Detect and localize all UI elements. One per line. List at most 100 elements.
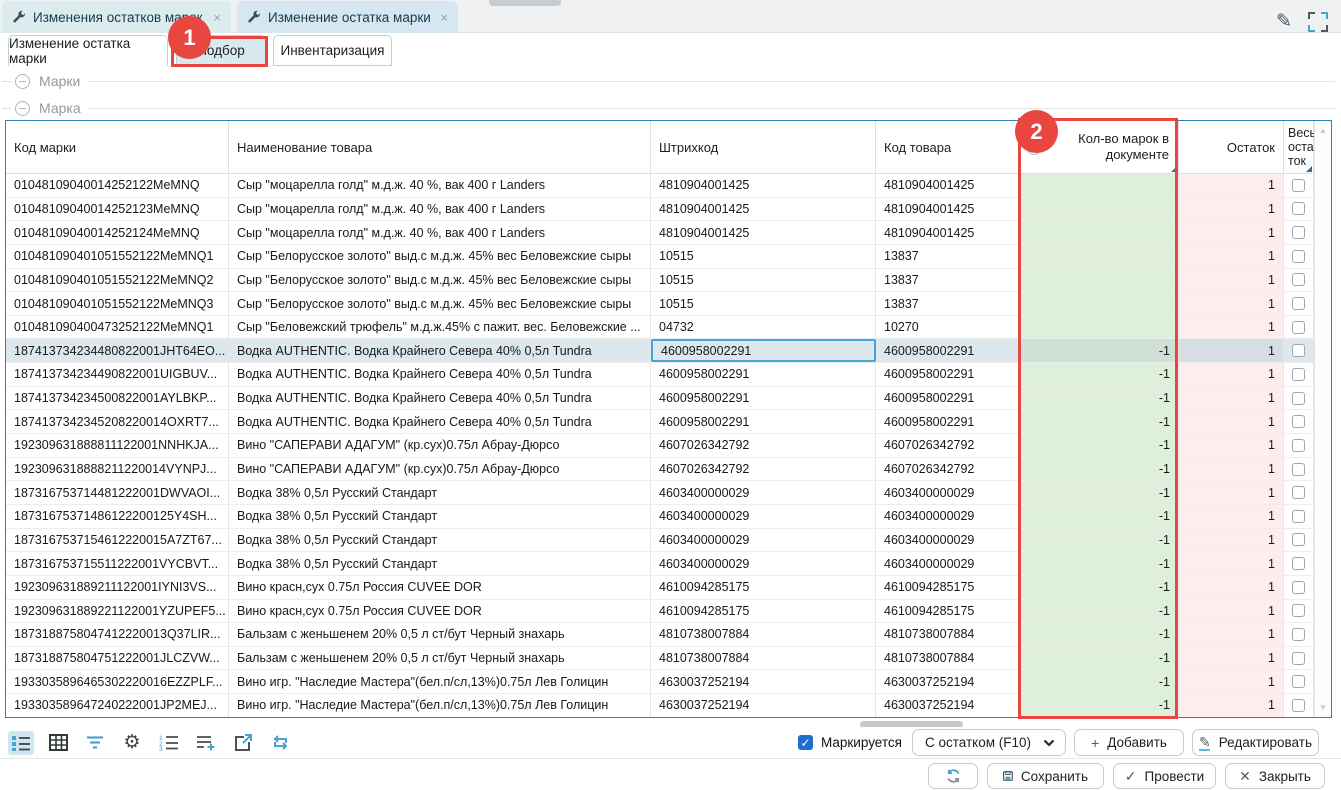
cell-remainder[interactable]: 1 xyxy=(1179,670,1284,693)
cell-product-name[interactable]: Сыр "Белорусское золото" выд.с м.д.ж. 45… xyxy=(229,269,651,292)
cell-barcode[interactable]: 04732 xyxy=(651,316,876,339)
cell-barcode[interactable]: 4630037252194 xyxy=(651,670,876,693)
cell-barcode[interactable]: 4810738007884 xyxy=(651,647,876,670)
row-checkbox[interactable] xyxy=(1292,392,1305,405)
cell-mark-code[interactable]: 01048109040014252122MeMNQ xyxy=(6,174,229,197)
cell-product-code[interactable]: 4600958002291 xyxy=(876,339,1021,362)
post-button[interactable]: ✓ Провести xyxy=(1113,763,1216,789)
cell-barcode[interactable]: 4610094285175 xyxy=(651,576,876,599)
row-checkbox[interactable] xyxy=(1292,415,1305,428)
cell-barcode[interactable]: 4603400000029 xyxy=(651,552,876,575)
cell-mark-code[interactable]: 192309631889221122001YZUPEF5... xyxy=(6,600,229,623)
cell-product-name[interactable]: Сыр "моцарелла голд" м.д.ж. 40 %, вак 40… xyxy=(229,198,651,221)
cell-product-name[interactable]: Водка AUTHENTIC. Водка Крайнего Севера 4… xyxy=(229,339,651,362)
cell-product-code[interactable]: 13837 xyxy=(876,245,1021,268)
cell-barcode[interactable]: 4600958002291 xyxy=(651,363,876,386)
cell-mark-code[interactable]: 1873188758047412220013Q37LIR... xyxy=(6,623,229,646)
cell-mark-code[interactable]: 192309631888811122001NNHKJA... xyxy=(6,434,229,457)
cell-product-name[interactable]: Сыр "Белорусское золото" выд.с м.д.ж. 45… xyxy=(229,292,651,315)
cell-product-code[interactable]: 4600958002291 xyxy=(876,363,1021,386)
cell-product-name[interactable]: Бальзам с женьшенем 20% 0,5 л ст/бут Чер… xyxy=(229,647,651,670)
col-header-whole-remainder[interactable]: Весь оста-ток xyxy=(1284,121,1314,173)
cell-product-code[interactable]: 4810738007884 xyxy=(876,647,1021,670)
cell-mark-code[interactable]: 1873167537154612220015A7ZT67... xyxy=(6,529,229,552)
cell-barcode[interactable]: 4607026342792 xyxy=(651,458,876,481)
cell-product-name[interactable]: Водка 38% 0,5л Русский Стандарт xyxy=(229,505,651,528)
row-checkbox[interactable] xyxy=(1292,652,1305,665)
cell-product-code[interactable]: 4810904001425 xyxy=(876,198,1021,221)
cell-remainder[interactable]: 1 xyxy=(1179,600,1284,623)
cell-barcode[interactable]: 10515 xyxy=(651,245,876,268)
row-checkbox[interactable] xyxy=(1292,297,1305,310)
collapse-icon[interactable] xyxy=(15,101,30,116)
scroll-down-icon[interactable]: ▼ xyxy=(1315,703,1331,712)
cell-mark-code[interactable]: 01048109040014252124MeMNQ xyxy=(6,221,229,244)
cell-mark-code[interactable]: 010481090401051552122MeMNQ1 xyxy=(6,245,229,268)
close-button[interactable]: ✕ Закрыть xyxy=(1225,763,1325,789)
cell-remainder[interactable]: 1 xyxy=(1179,339,1284,362)
cell-remainder[interactable]: 1 xyxy=(1179,576,1284,599)
collapse-icon[interactable] xyxy=(15,74,30,89)
cell-mark-code[interactable]: 1923096318888211220014VYNPJ... xyxy=(6,458,229,481)
col-header-mark-code[interactable]: Код марки xyxy=(6,121,229,173)
row-checkbox[interactable] xyxy=(1292,179,1305,192)
cell-mark-code[interactable]: 1933035896465302220016EZZPLF... xyxy=(6,670,229,693)
cell-barcode[interactable]: 4600958002291 xyxy=(651,410,876,433)
cell-product-name[interactable]: Вино игр. "Наследие Мастера"(бел.п/сл,13… xyxy=(229,670,651,693)
cell-mark-code[interactable]: 01048109040014252123MeMNQ xyxy=(6,198,229,221)
list-view-icon[interactable] xyxy=(8,731,34,755)
cell-product-code[interactable]: 4603400000029 xyxy=(876,505,1021,528)
cell-mark-code[interactable]: 010481090401051552122MeMNQ2 xyxy=(6,269,229,292)
settings-gear-icon[interactable]: ⚙ xyxy=(119,731,145,755)
cell-barcode[interactable]: 10515 xyxy=(651,269,876,292)
cell-remainder[interactable]: 1 xyxy=(1179,434,1284,457)
cell-product-code[interactable]: 13837 xyxy=(876,292,1021,315)
row-checkbox[interactable] xyxy=(1292,628,1305,641)
cell-barcode[interactable]: 4603400000029 xyxy=(651,529,876,552)
cell-mark-code[interactable]: 187413734234490822001UIGBUV... xyxy=(6,363,229,386)
cell-remainder[interactable]: 1 xyxy=(1179,174,1284,197)
cell-product-name[interactable]: Водка AUTHENTIC. Водка Крайнего Севера 4… xyxy=(229,410,651,433)
cell-product-code[interactable]: 4810904001425 xyxy=(876,221,1021,244)
cell-remainder[interactable]: 1 xyxy=(1179,458,1284,481)
cell-mark-code[interactable]: 193303589647240222001JP2MEJ... xyxy=(6,694,229,717)
cell-remainder[interactable]: 1 xyxy=(1179,410,1284,433)
subtab-izmenenie-ostatka-marki[interactable]: Изменение остатка марки xyxy=(8,35,168,66)
cell-remainder[interactable]: 1 xyxy=(1179,529,1284,552)
row-checkbox[interactable] xyxy=(1292,368,1305,381)
row-checkbox[interactable] xyxy=(1292,273,1305,286)
row-checkbox[interactable] xyxy=(1292,533,1305,546)
grid-view-icon[interactable] xyxy=(45,731,71,755)
cell-product-name[interactable]: Бальзам с женьшенем 20% 0,5 л ст/бут Чер… xyxy=(229,623,651,646)
markable-checkbox[interactable]: ✓ xyxy=(798,735,813,750)
cell-remainder[interactable]: 1 xyxy=(1179,481,1284,504)
row-checkbox[interactable] xyxy=(1292,439,1305,452)
cell-barcode[interactable]: 4603400000029 xyxy=(651,481,876,504)
subtab-inventarizatsiya[interactable]: Инвентаризация xyxy=(273,35,392,66)
cell-mark-code[interactable]: 187413734234500822001AYLBKP... xyxy=(6,387,229,410)
row-checkbox[interactable] xyxy=(1292,250,1305,263)
tab-scrollbar-thumb[interactable] xyxy=(489,0,561,6)
cell-remainder[interactable]: 1 xyxy=(1179,694,1284,717)
row-checkbox[interactable] xyxy=(1292,604,1305,617)
row-checkbox[interactable] xyxy=(1292,226,1305,239)
fullscreen-expand-icon[interactable] xyxy=(1308,12,1328,32)
cell-barcode[interactable]: 4600958002291 xyxy=(651,387,876,410)
cell-barcode[interactable]: 4810738007884 xyxy=(651,623,876,646)
row-checkbox[interactable] xyxy=(1292,344,1305,357)
cell-product-code[interactable]: 4603400000029 xyxy=(876,481,1021,504)
cell-product-name[interactable]: Водка AUTHENTIC. Водка Крайнего Севера 4… xyxy=(229,387,651,410)
row-checkbox[interactable] xyxy=(1292,699,1305,712)
row-checkbox[interactable] xyxy=(1292,486,1305,499)
cell-barcode[interactable]: 4607026342792 xyxy=(651,434,876,457)
edit-pencil-icon[interactable]: ✎ xyxy=(1276,10,1292,33)
cell-product-name[interactable]: Вино "САПЕРАВИ АДАГУМ" (кр.сух)0.75л Абр… xyxy=(229,458,651,481)
cell-barcode[interactable]: 4603400000029 xyxy=(651,505,876,528)
cell-product-code[interactable]: 4610094285175 xyxy=(876,576,1021,599)
cell-product-code[interactable]: 4607026342792 xyxy=(876,458,1021,481)
cell-remainder[interactable]: 1 xyxy=(1179,363,1284,386)
cell-mark-code[interactable]: 010481090401051552122MeMNQ3 xyxy=(6,292,229,315)
cell-remainder[interactable]: 1 xyxy=(1179,505,1284,528)
col-header-product-code[interactable]: Код товара xyxy=(876,121,1021,173)
remainder-mode-dropdown[interactable]: С остатком (F10) xyxy=(912,729,1066,756)
